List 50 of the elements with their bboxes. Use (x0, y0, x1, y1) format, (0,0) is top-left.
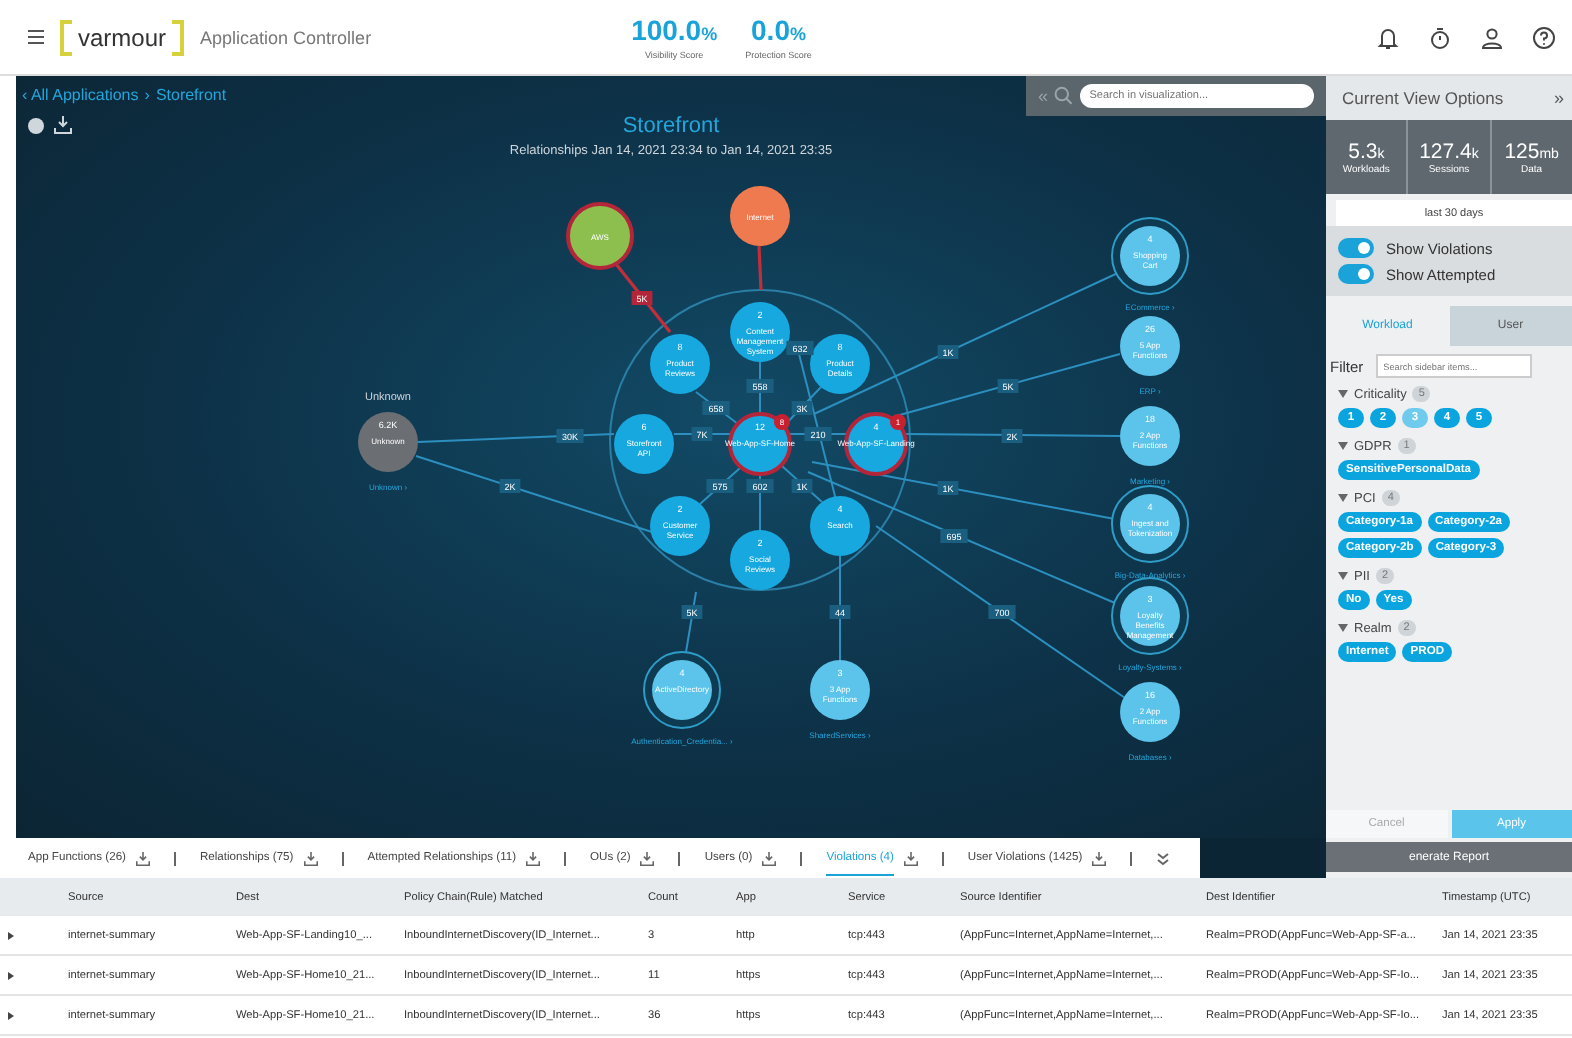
graph-node[interactable] (566, 202, 634, 270)
graph-node[interactable] (1120, 406, 1180, 466)
expand-icon[interactable] (8, 931, 14, 939)
graph-node[interactable] (810, 660, 870, 720)
score-value: 0.0% (751, 15, 806, 49)
graph-node[interactable] (358, 412, 418, 472)
breadcrumb-separator: › (144, 86, 150, 104)
caret-icon[interactable] (1338, 624, 1348, 632)
graph-node[interactable] (810, 496, 870, 556)
graph-title: Storefront (622, 114, 720, 138)
collapse-button[interactable]: » (1553, 88, 1564, 108)
graph-node[interactable] (1120, 682, 1180, 742)
download-icon[interactable] (303, 851, 318, 865)
caret-icon[interactable] (1338, 442, 1348, 450)
download-icon[interactable] (1092, 851, 1107, 865)
edge-line (759, 361, 761, 415)
menu-icon[interactable] (28, 30, 44, 44)
expand-icon[interactable] (8, 971, 14, 979)
download-icon[interactable] (135, 851, 150, 865)
graph-node[interactable] (650, 496, 710, 556)
breadcrumb-current: Storefront (155, 86, 227, 104)
graph-node[interactable] (730, 530, 790, 590)
score-value: 100.0% (631, 15, 718, 49)
graph-node[interactable] (614, 414, 674, 474)
graph-node[interactable] (810, 334, 870, 394)
download-icon[interactable] (640, 851, 655, 865)
edge-line (673, 433, 731, 435)
bell-icon[interactable] (1376, 25, 1400, 49)
caret-icon[interactable] (1338, 494, 1348, 502)
expand-icon[interactable] (1156, 851, 1171, 865)
panel-title: Current View Options (1342, 88, 1504, 108)
edge-line (759, 473, 761, 531)
edge-line (614, 263, 672, 333)
graph-node[interactable] (650, 334, 710, 394)
download-icon[interactable] (526, 851, 541, 865)
graph-node[interactable] (730, 186, 790, 246)
graph-node[interactable] (1120, 316, 1180, 376)
breadcrumb-link[interactable]: ‹ All Applications (22, 86, 139, 104)
download-icon[interactable] (903, 851, 918, 865)
product-name: Application Controller (200, 27, 372, 47)
expand-icon[interactable] (8, 1011, 14, 1019)
user-icon[interactable] (1480, 25, 1504, 49)
stopwatch-icon[interactable] (1428, 25, 1452, 49)
caret-icon[interactable] (1338, 390, 1348, 398)
graph-node[interactable] (730, 302, 790, 362)
logo: varmour (60, 19, 185, 55)
toggle-switch[interactable] (1338, 264, 1374, 284)
toggle-switch[interactable] (1338, 238, 1374, 258)
caret-icon[interactable] (1338, 572, 1348, 580)
download-icon[interactable] (762, 851, 777, 865)
